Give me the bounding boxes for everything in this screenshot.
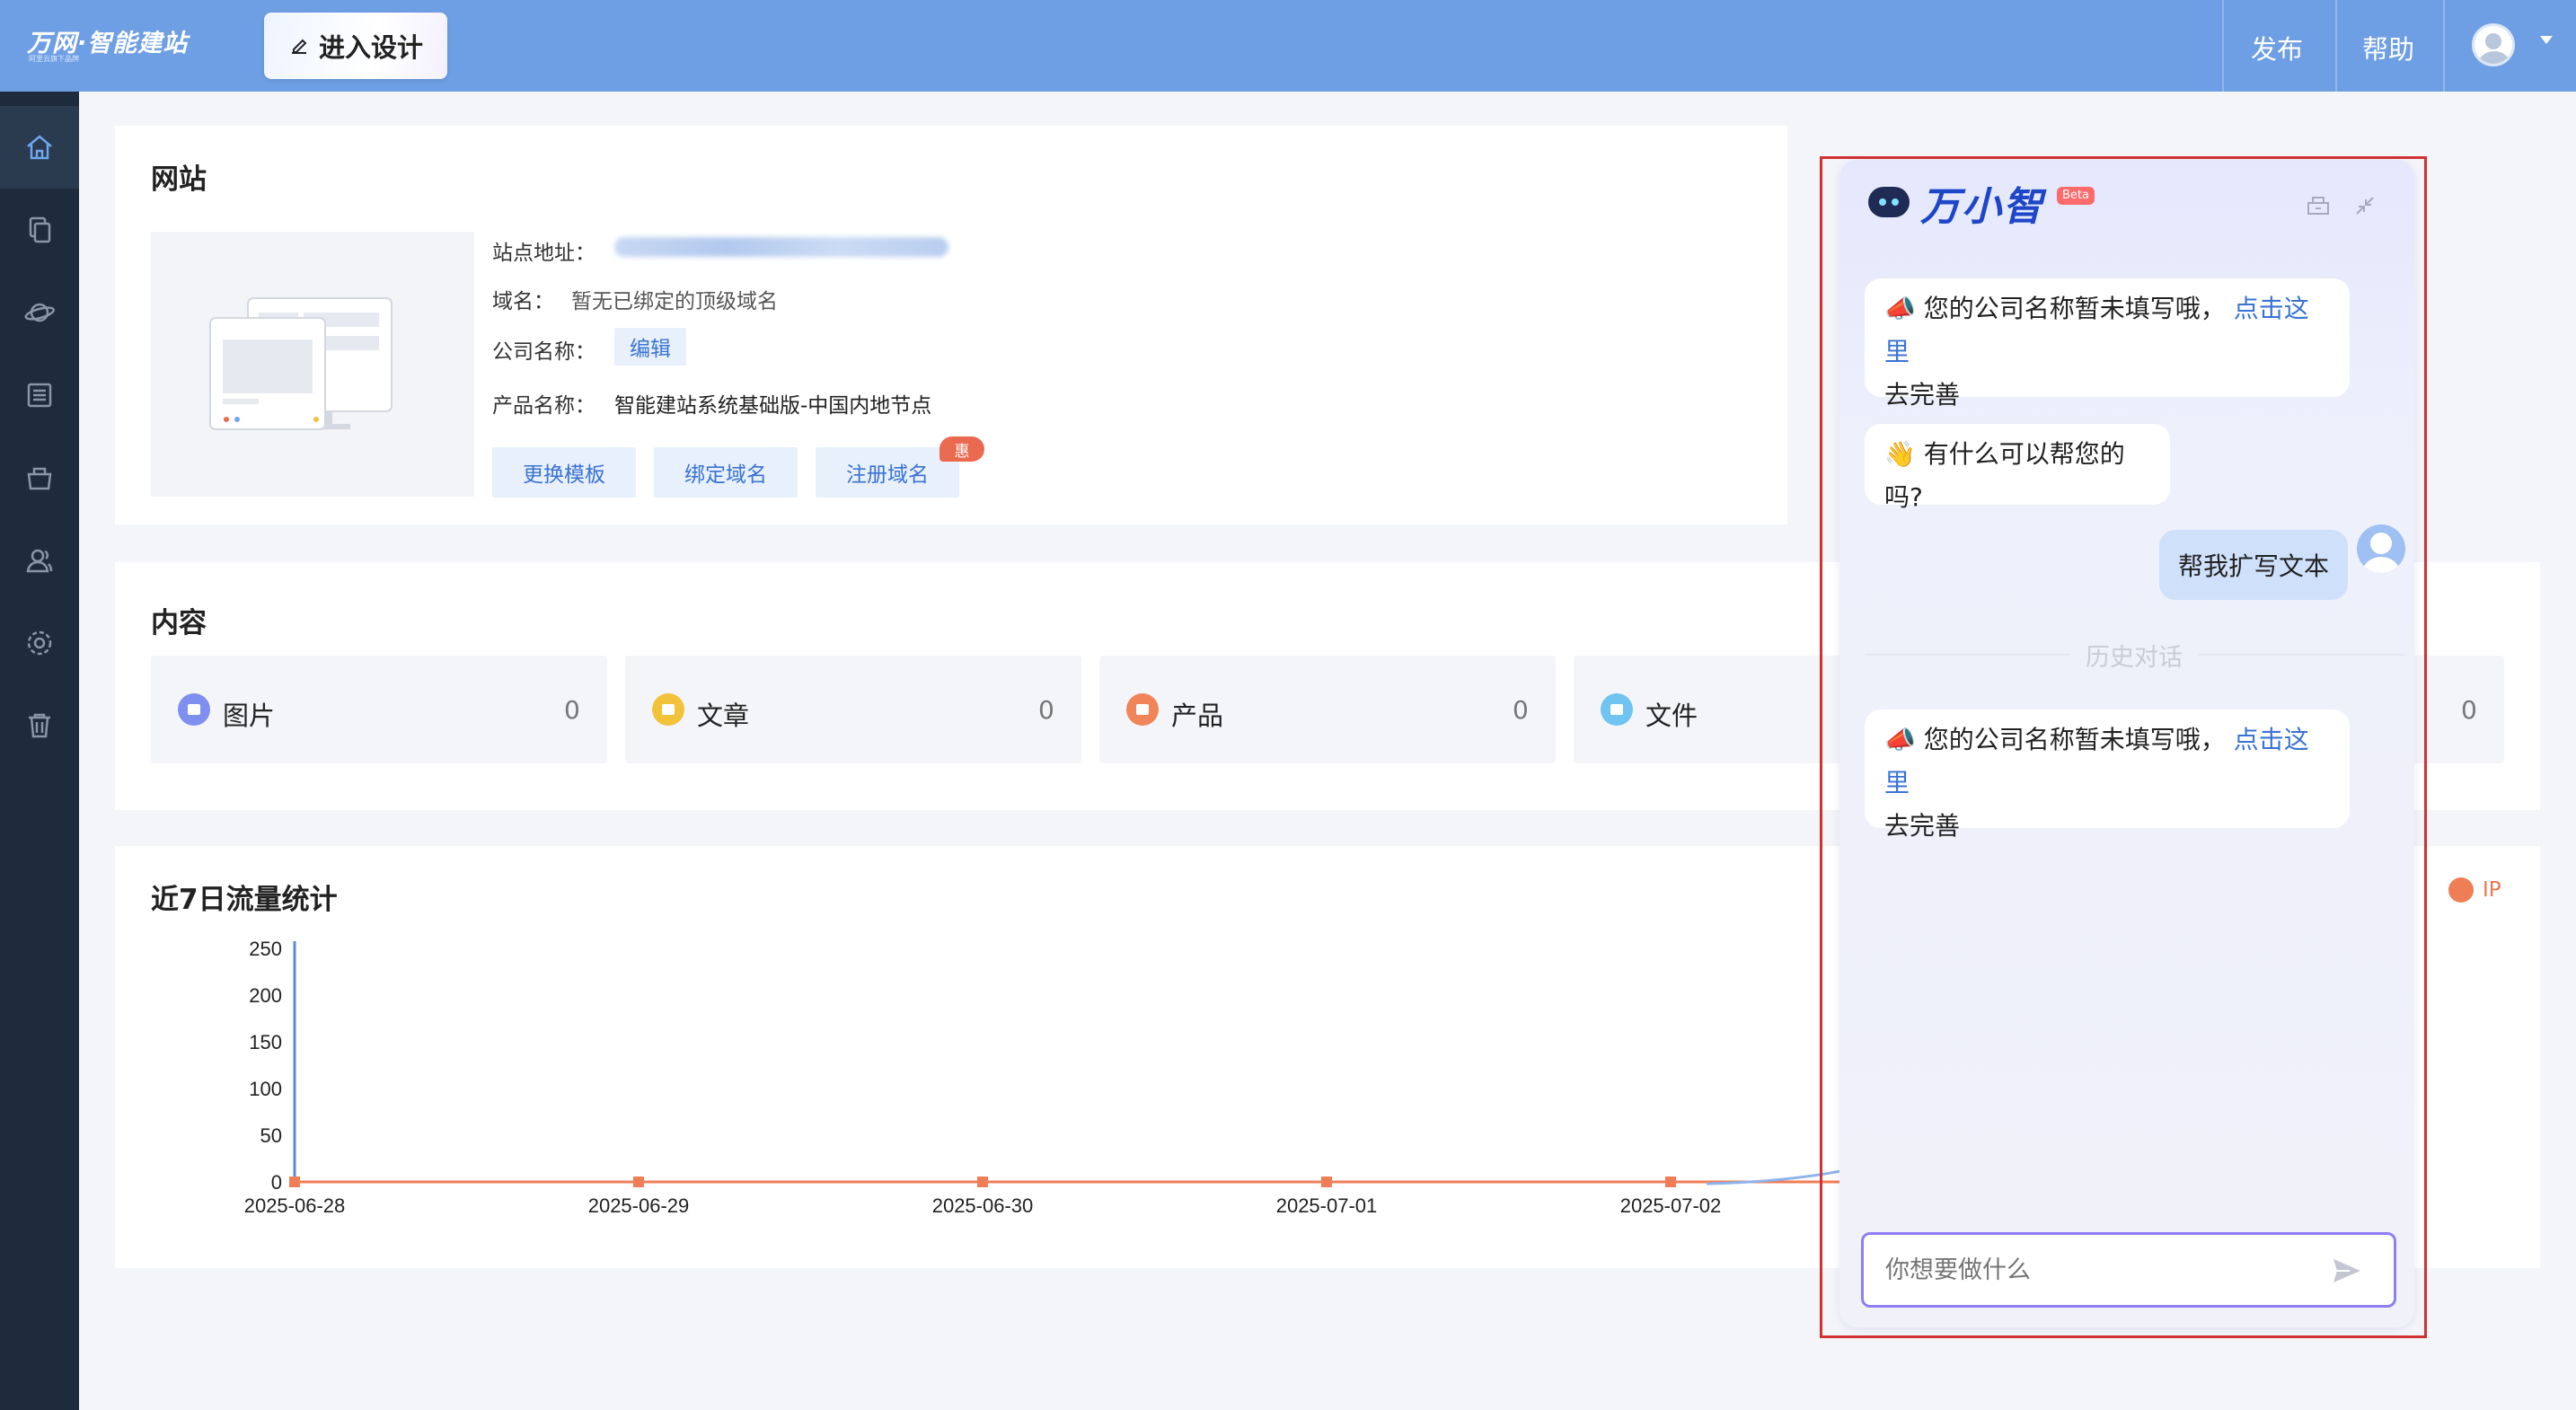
beta-badge: Beta: [2057, 187, 2095, 205]
robot-icon: [1868, 187, 1910, 217]
y-tick-label: 150: [249, 1031, 282, 1053]
x-tick-label: 2025-07-01: [1276, 1194, 1378, 1217]
send-icon[interactable]: [2330, 1254, 2364, 1288]
assistant-message: 📣 您的公司名称暂未填写哦， 点击这里 去完善: [1865, 709, 2350, 841]
data-point: [289, 1176, 300, 1187]
megaphone-icon: 📣: [1884, 294, 1916, 323]
divider-line: [1865, 654, 2069, 656]
y-tick-label: 200: [249, 984, 282, 1007]
megaphone-icon: 📣: [1884, 725, 1916, 754]
message-text: 您的公司名称暂未填写哦，: [1923, 294, 2226, 323]
divider-line: [2199, 654, 2404, 656]
y-tick-label: 100: [249, 1078, 282, 1100]
data-point: [1321, 1176, 1332, 1187]
history-label: 历史对话: [2086, 643, 2183, 672]
y-tick-label: 250: [249, 938, 282, 960]
message-text: 有什么可以帮您的吗?: [1884, 439, 2125, 512]
x-tick-label: 2025-06-30: [932, 1194, 1034, 1217]
data-point: [633, 1176, 644, 1187]
collapse-icon[interactable]: [2351, 192, 2378, 219]
y-tick-label: 0: [271, 1171, 282, 1194]
user-avatar-chat: [2357, 524, 2405, 573]
message-text: 您的公司名称暂未填写哦，: [1923, 725, 2226, 754]
message-tail: 去完善: [1884, 380, 1961, 410]
y-tick-label: 50: [260, 1124, 282, 1147]
data-point: [1665, 1176, 1676, 1187]
clear-icon[interactable]: [2305, 192, 2332, 219]
assistant-message: 📣 您的公司名称暂未填写哦， 点击这里 去完善: [1865, 278, 2350, 410]
assistant-message: 👋 有什么可以帮您的吗?: [1865, 424, 2170, 512]
chat-brand: 万小智: [1920, 184, 2044, 230]
x-tick-label: 2025-06-28: [244, 1194, 346, 1217]
x-tick-label: 2025-06-29: [588, 1194, 690, 1217]
user-message: 帮我扩写文本: [2159, 530, 2348, 600]
data-point: [977, 1176, 988, 1187]
x-tick-label: 2025-07-02: [1620, 1194, 1722, 1217]
message-tail: 去完善: [1884, 811, 1961, 841]
chat-input[interactable]: [1861, 1232, 2396, 1308]
history-divider: 历史对话: [1865, 639, 2404, 672]
wave-icon: 👋: [1884, 439, 1916, 469]
